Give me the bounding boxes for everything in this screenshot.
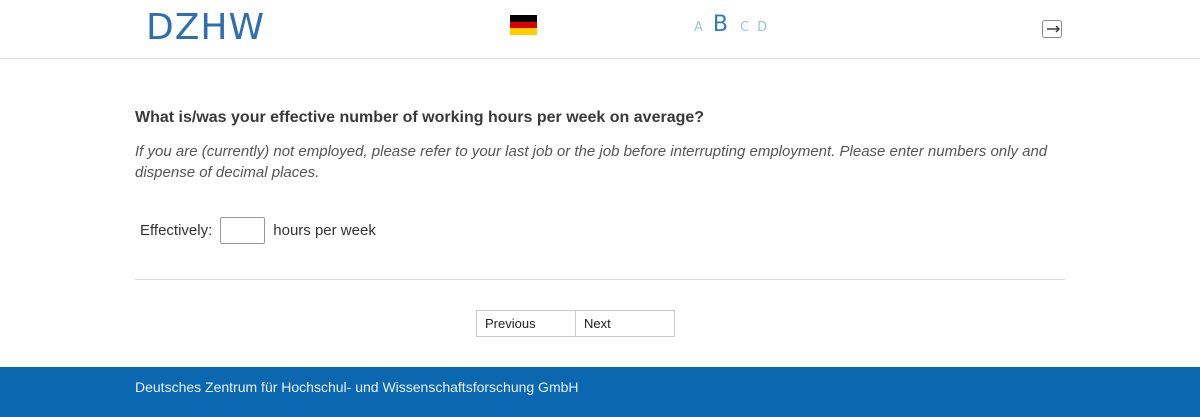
arrow-right-icon xyxy=(1047,25,1060,33)
field-label: Effectively: xyxy=(140,222,213,239)
dzhw-logo: DZHW xyxy=(146,7,266,48)
next-button[interactable]: Next xyxy=(575,310,675,337)
flag-stripe-black xyxy=(510,15,537,22)
navigation: Previous Next xyxy=(476,310,675,337)
font-size-b[interactable]: B xyxy=(713,12,728,37)
previous-button[interactable]: Previous xyxy=(476,310,576,337)
header: DZHW A B C D xyxy=(0,0,1200,59)
font-size-a[interactable]: A xyxy=(694,20,703,35)
question-instruction: If you are (currently) not employed, ple… xyxy=(135,143,1048,181)
working-hours-input[interactable] xyxy=(220,217,266,244)
flag-stripe-red xyxy=(510,21,537,29)
divider xyxy=(135,279,1065,280)
footer-text: Deutsches Zentrum für Hochschul- und Wis… xyxy=(135,379,579,395)
answer-row: Effectively: hours per week xyxy=(140,217,376,244)
font-size-d[interactable]: D xyxy=(757,20,767,35)
german-flag-icon[interactable] xyxy=(510,15,537,35)
font-size-c[interactable]: C xyxy=(740,20,749,35)
footer: Deutsches Zentrum für Hochschul- und Wis… xyxy=(0,367,1200,417)
question-title: What is/was your effective number of wor… xyxy=(135,109,705,126)
logout-icon[interactable] xyxy=(1042,20,1062,38)
font-size-selector: A B C D xyxy=(694,12,767,42)
field-suffix: hours per week xyxy=(273,222,376,239)
flag-stripe-gold xyxy=(510,28,537,35)
